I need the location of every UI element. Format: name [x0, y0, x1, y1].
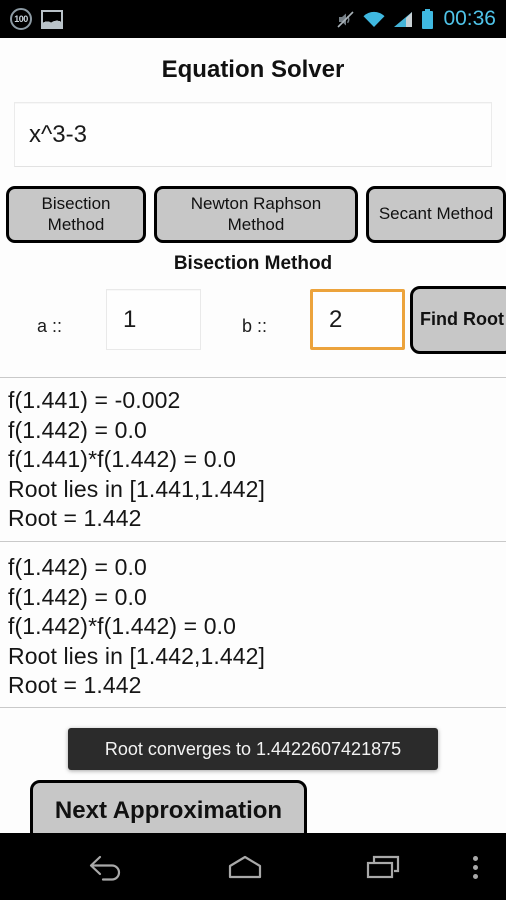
gallery-icon — [41, 9, 63, 29]
b-label: b :: — [242, 316, 268, 336]
menu-dot-icon — [472, 855, 478, 861]
b-input-value: 2 — [329, 305, 343, 333]
status-bar: 100 00:36 — [0, 0, 506, 38]
bisection-method-label: Bisection Method — [41, 194, 111, 234]
home-icon — [228, 855, 262, 879]
result-line: f(1.442)*f(1.442) = 0.0 — [8, 613, 236, 639]
result-line: f(1.441) = -0.002 — [8, 387, 181, 413]
bounds-input-row: a :: 1 b :: 2 Find Root — [0, 281, 506, 354]
toast-text: Root converges to 1.4422607421875 — [104, 738, 402, 759]
battery-100-icon: 100 — [10, 8, 32, 30]
android-nav-bar — [0, 833, 506, 900]
bisection-method-button[interactable]: Bisection Method — [6, 186, 147, 243]
equation-input[interactable]: x^3-3 — [14, 102, 492, 167]
battery-100-label: 100 — [14, 14, 28, 24]
next-approximation-label: Next Approximation — [54, 796, 283, 824]
nav-back-button[interactable] — [78, 847, 138, 887]
a-label: a :: — [37, 316, 63, 336]
result-line: f(1.442) = 0.0 — [8, 554, 147, 580]
b-input[interactable]: 2 — [310, 289, 405, 350]
wifi-icon — [362, 10, 386, 29]
result-line: f(1.442) = 0.0 — [8, 416, 147, 443]
secant-method-button[interactable]: Secant Method — [365, 186, 506, 243]
nav-menu-button[interactable] — [455, 847, 495, 887]
back-arrow-icon — [89, 855, 121, 881]
next-approximation-button[interactable]: Next Approximation — [30, 780, 307, 833]
battery-icon — [421, 8, 434, 30]
result-line: Root lies in [1.441,1.442] — [8, 475, 266, 502]
result-line: f(1.442) = 0.0 — [8, 583, 147, 610]
status-bar-left: 100 — [10, 8, 63, 30]
app-content: Equation Solver x^3-3 Bisection Method N… — [0, 38, 506, 833]
status-bar-right: 00:36 — [336, 7, 496, 31]
nav-recents-button[interactable] — [355, 847, 415, 887]
result-block: f(1.441) = -0.002 f(1.442) = 0.0 f(1.441… — [8, 386, 506, 534]
divider-top — [0, 377, 506, 378]
result-block: f(1.442) = 0.0 f(1.442) = 0.0 f(1.442)*f… — [8, 553, 506, 701]
page-title: Equation Solver — [161, 56, 345, 83]
section-title: Bisection Method — [173, 253, 333, 274]
recent-apps-icon — [366, 855, 400, 879]
method-button-row: Bisection Method Newton Raphson Method S… — [6, 186, 506, 243]
secant-method-label: Secant Method — [378, 204, 494, 224]
result-line: Root = 1.442 — [8, 505, 142, 531]
result-line: Root = 1.442 — [8, 672, 142, 698]
result-line: f(1.441)*f(1.442) = 0.0 — [8, 446, 236, 472]
equation-input-value: x^3-3 — [29, 120, 87, 148]
toast-message: Root converges to 1.4422607421875 — [68, 728, 438, 770]
find-root-button[interactable]: Find Root — [410, 286, 506, 354]
divider-between-results — [0, 541, 506, 542]
result-line: Root lies in [1.442,1.442] — [8, 642, 266, 669]
volume-mute-icon — [336, 10, 355, 29]
status-bar-clock: 00:36 — [443, 7, 496, 30]
divider-bottom — [0, 707, 506, 708]
menu-dot-icon — [472, 864, 478, 870]
nav-home-button[interactable] — [215, 847, 275, 887]
newton-raphson-method-label: Newton Raphson Method — [190, 194, 322, 234]
a-input-value: 1 — [123, 305, 137, 333]
a-input[interactable]: 1 — [106, 289, 201, 350]
menu-dot-icon — [472, 873, 478, 879]
newton-raphson-method-button[interactable]: Newton Raphson Method — [154, 186, 358, 243]
find-root-label: Find Root — [420, 309, 504, 330]
cellular-signal-icon — [393, 10, 414, 29]
